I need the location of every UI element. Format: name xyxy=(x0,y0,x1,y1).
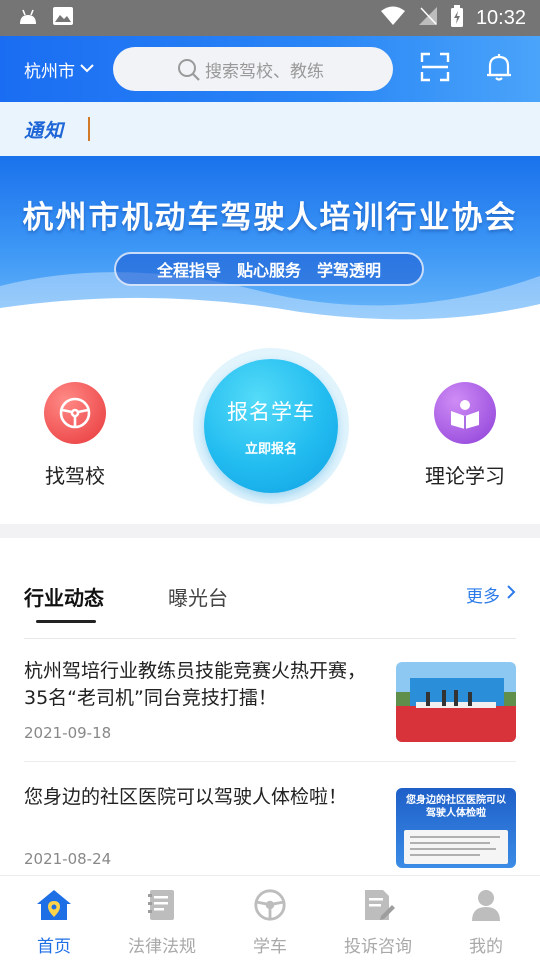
news-date: 2021-08-24 xyxy=(24,850,112,868)
steering-wheel-icon xyxy=(44,382,106,444)
find-school-label: 找驾校 xyxy=(45,464,105,488)
news-list-item[interactable]: 您身边的社区医院可以驾驶人体检啦！ 2021-08-24 您身边的社区医院可以驾… xyxy=(24,784,516,888)
steering-wheel-icon xyxy=(252,888,288,926)
android-icon xyxy=(18,7,38,29)
user-icon xyxy=(470,888,502,926)
slogan-text: 全程指导 xyxy=(156,261,221,280)
news-section: 行业动态 曝光台 更多 杭州驾培行业教练员技能竞赛火热开赛，35名“老司机”同台… xyxy=(0,538,540,875)
tab-laws[interactable]: 法律法规 xyxy=(108,876,216,960)
city-label: 杭州市 xyxy=(24,61,75,82)
news-title: 杭州驾培行业教练员技能竞赛火热开赛，35名“老司机”同台竞技打擂！ xyxy=(24,660,367,709)
tabs-divider xyxy=(24,638,516,639)
reading-person-icon xyxy=(434,382,496,444)
app-screen: 10:32 杭州市 搜索驾校、教练 通知 杭州市机动车驾驶人培训行业协会 全程指… xyxy=(0,0,540,960)
tab-home[interactable]: 首页 xyxy=(0,876,108,960)
edit-document-icon xyxy=(361,888,395,926)
slogan-text: 学驾透明 xyxy=(317,261,382,280)
tab-industry-news[interactable]: 行业动态 xyxy=(24,582,104,611)
news-list-item[interactable]: 杭州驾培行业教练员技能竞赛火热开赛，35名“老司机”同台竞技打擂！ 2021-0… xyxy=(24,658,516,762)
chevron-down-icon xyxy=(79,59,95,79)
news-thumbnail: 您身边的社区医院可以驾驶人体检啦 xyxy=(396,788,516,868)
city-selector[interactable]: 杭州市 xyxy=(24,57,95,82)
notice-divider xyxy=(88,117,91,141)
search-icon xyxy=(177,58,201,86)
thumbnail-caption: 您身边的社区医院可以驾驶人体检啦 xyxy=(406,795,506,819)
notice-tag: 通知 xyxy=(24,119,65,142)
scan-button[interactable] xyxy=(415,49,455,89)
signal-icon xyxy=(418,6,438,30)
theory-study-label: 理论学习 xyxy=(425,464,505,488)
scan-icon xyxy=(420,52,450,86)
news-thumbnail xyxy=(396,662,516,742)
news-date: 2021-09-18 xyxy=(24,724,112,742)
image-icon xyxy=(52,6,74,30)
section-divider xyxy=(0,524,540,538)
news-title: 您身边的社区医院可以驾驶人体检啦！ xyxy=(24,786,348,808)
tab-complaints[interactable]: 投诉咨询 xyxy=(324,876,432,960)
tab-label: 学车 xyxy=(253,937,287,957)
book-icon xyxy=(145,888,179,926)
search-placeholder: 搜索驾校、教练 xyxy=(205,61,324,82)
tab-label: 法律法规 xyxy=(128,937,196,957)
banner-title: 杭州市机动车驾驶人培训行业协会 xyxy=(22,200,518,236)
enroll-button[interactable]: 报名学车 立即报名 xyxy=(204,359,338,493)
bottom-tab-bar: 首页 法律法规 学车 投诉咨询 我的 xyxy=(0,875,540,960)
wifi-icon xyxy=(380,6,406,30)
battery-charging-icon xyxy=(450,5,464,31)
notification-button[interactable] xyxy=(479,49,519,89)
bell-icon xyxy=(484,52,514,86)
clock-time: 10:32 xyxy=(475,6,526,29)
more-link[interactable]: 更多 xyxy=(466,582,516,607)
banner-slogans: 全程指导 贴心服务 学驾透明 xyxy=(114,252,424,286)
tab-exposure[interactable]: 曝光台 xyxy=(168,582,228,611)
enroll-subtitle: 立即报名 xyxy=(244,441,297,457)
tab-label: 投诉咨询 xyxy=(344,937,412,957)
promo-banner[interactable]: 杭州市机动车驾驶人培训行业协会 全程指导 贴心服务 学驾透明 xyxy=(0,156,540,326)
slogan-text: 贴心服务 xyxy=(236,261,301,280)
status-bar: 10:32 xyxy=(0,0,540,36)
news-tabs: 行业动态 曝光台 更多 xyxy=(24,568,516,624)
tab-learn-driving[interactable]: 学车 xyxy=(216,876,324,960)
home-icon xyxy=(35,888,73,926)
notice-bar[interactable]: 通知 xyxy=(0,102,540,156)
theory-study-button[interactable]: 理论学习 xyxy=(405,382,525,489)
top-header: 杭州市 搜索驾校、教练 xyxy=(0,36,540,102)
enroll-title: 报名学车 xyxy=(227,399,315,424)
quick-actions: 找驾校 报名学车 立即报名 理论学习 xyxy=(0,326,540,524)
search-input[interactable]: 搜索驾校、教练 xyxy=(113,47,393,91)
active-tab-indicator xyxy=(36,620,96,623)
tab-profile[interactable]: 我的 xyxy=(432,876,540,960)
news-divider xyxy=(24,761,516,762)
tab-label: 首页 xyxy=(37,937,71,957)
enroll-ring: 报名学车 立即报名 xyxy=(193,348,349,504)
more-label: 更多 xyxy=(466,587,500,607)
tab-label: 我的 xyxy=(469,937,503,957)
chevron-right-icon xyxy=(506,584,516,605)
find-school-button[interactable]: 找驾校 xyxy=(15,382,135,489)
